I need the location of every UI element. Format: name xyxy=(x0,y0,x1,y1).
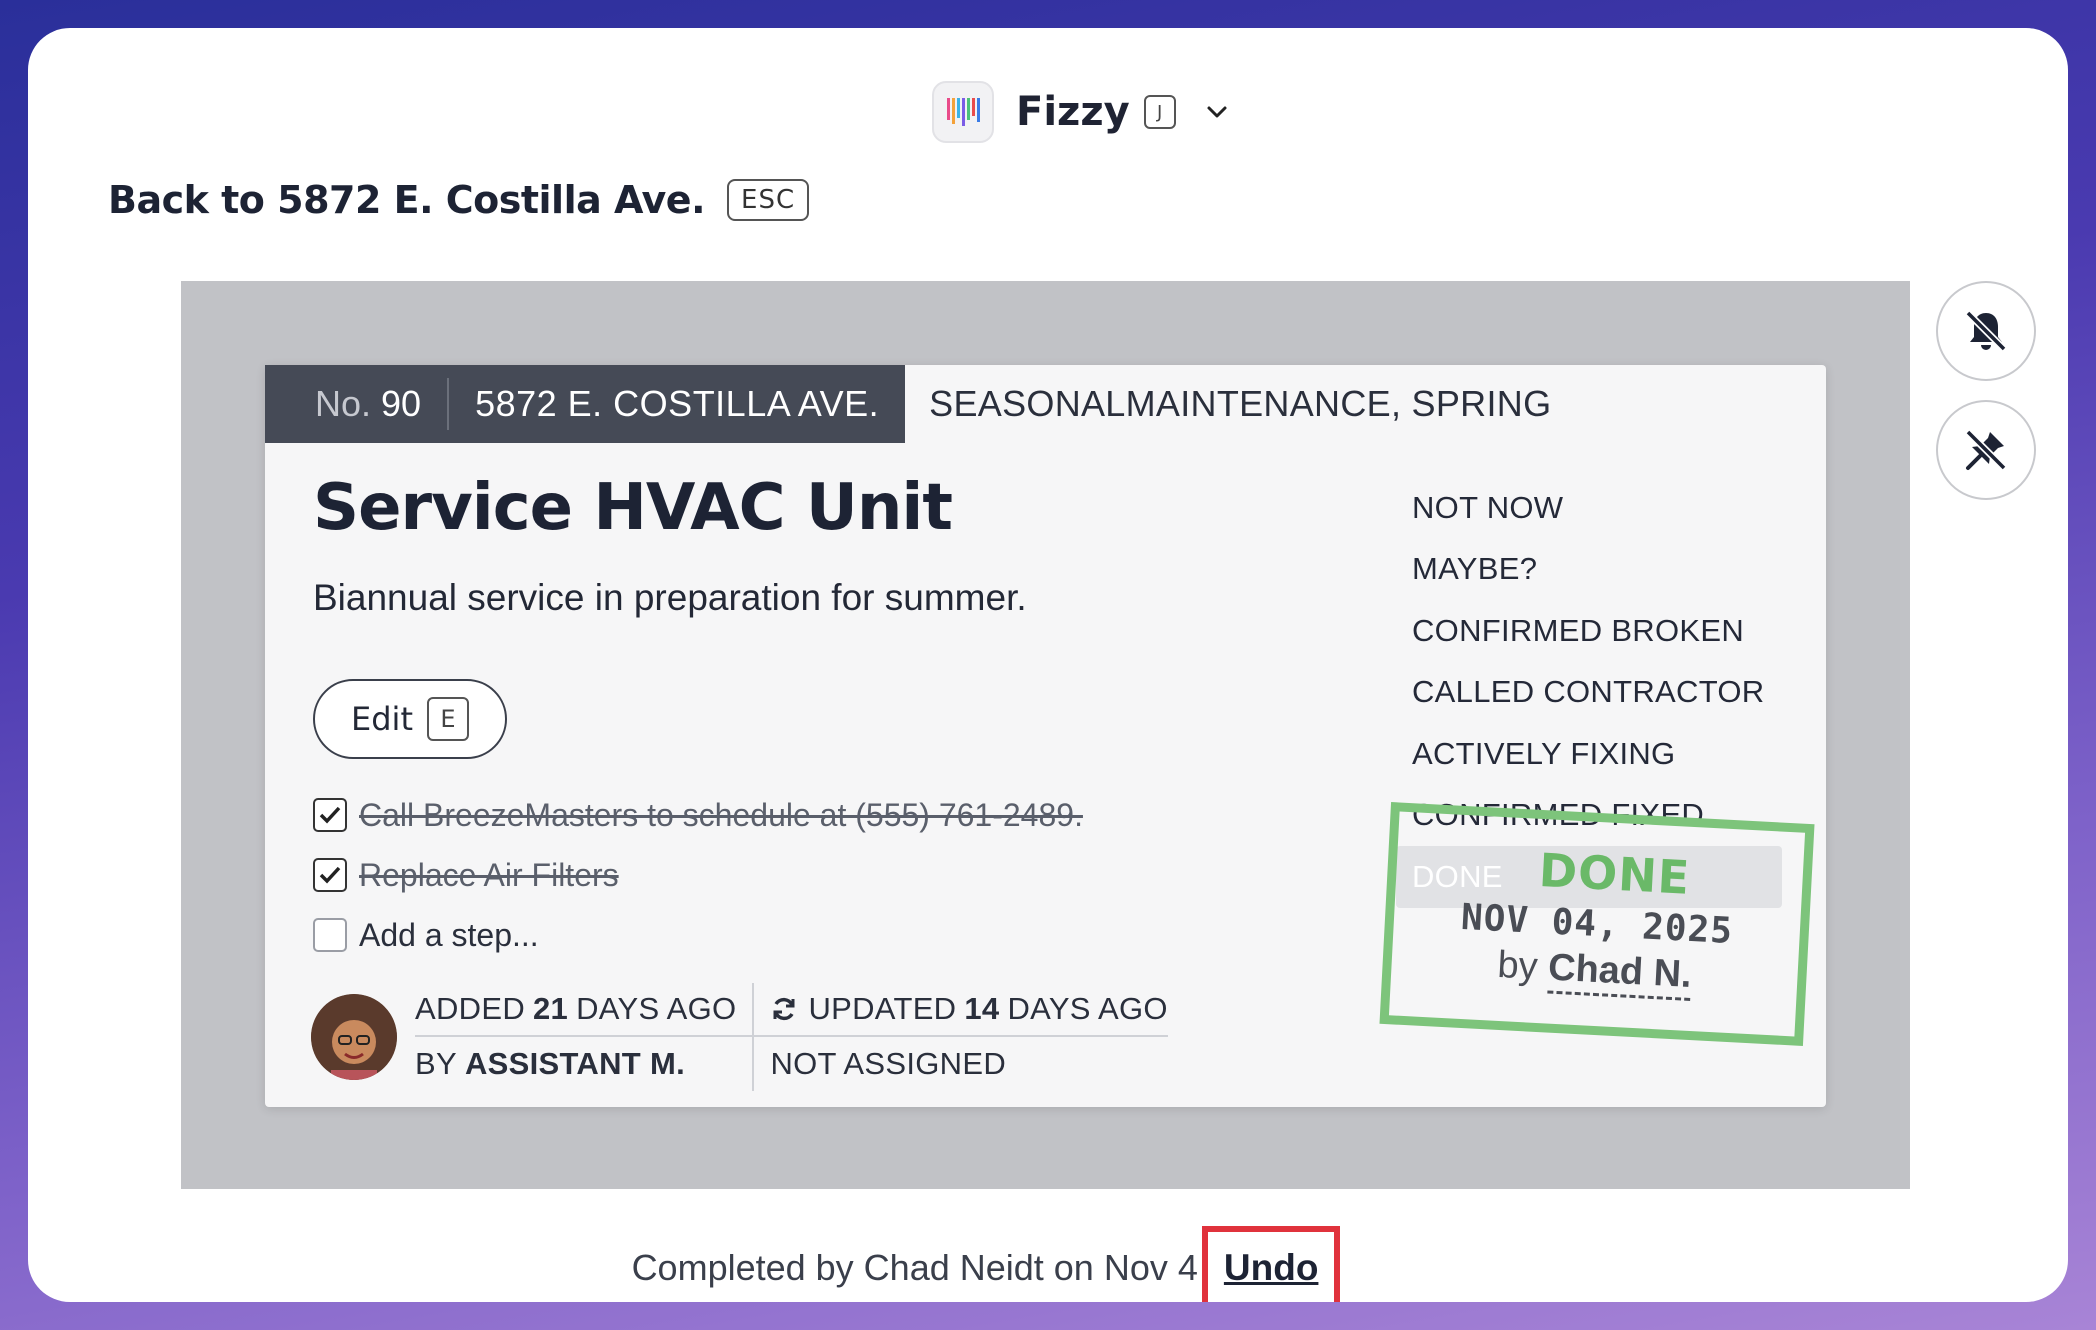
creator-name: ASSISTANT M. xyxy=(464,1046,685,1081)
refresh-icon xyxy=(773,997,795,1021)
status-maybe[interactable]: MAYBE? xyxy=(1412,539,1782,601)
undo-link[interactable]: Undo xyxy=(1224,1247,1319,1289)
status-called-contractor[interactable]: CALLED CONTRACTOR xyxy=(1412,662,1782,724)
edit-button[interactable]: Edit E xyxy=(313,679,507,759)
checkmark-icon xyxy=(319,806,341,824)
card-meta: ADDED 21 DAYS AGO UPDATED 14 DAYS AGO BY… xyxy=(311,983,1168,1091)
updated-days: 14 xyxy=(964,991,1000,1026)
status-actively-fixing[interactable]: ACTIVELY FIXING xyxy=(1412,723,1782,785)
added-prefix: ADDED xyxy=(415,991,526,1026)
completion-footer-inner: Completed by Chad Neidt on Nov 4 Undo xyxy=(632,1226,1341,1302)
creator-prefix: BY xyxy=(415,1046,457,1081)
meta-grid: ADDED 21 DAYS AGO UPDATED 14 DAYS AGO BY… xyxy=(415,983,1168,1091)
card-header: No. 90 5872 E. COSTILLA AVE. SEASONALMAI… xyxy=(265,365,1551,443)
add-step-input[interactable]: Add a step... xyxy=(359,917,539,954)
edit-shortcut-key: E xyxy=(426,697,469,741)
app-switcher[interactable]: Fizzy J xyxy=(932,80,1232,144)
card-number: No. 90 xyxy=(315,378,450,430)
chevron-down-icon[interactable] xyxy=(1202,97,1232,127)
steps-list: Call BreezeMasters to schedule at (555) … xyxy=(313,785,1083,965)
add-step-row: Add a step... xyxy=(313,905,1083,965)
stamp-by-prefix: by xyxy=(1496,943,1539,988)
step-checkbox[interactable] xyxy=(313,858,347,892)
mute-notifications-button[interactable] xyxy=(1936,281,2036,381)
step-item: Replace Air Filters xyxy=(313,845,1083,905)
added-info: ADDED 21 DAYS AGO xyxy=(415,983,755,1037)
status-confirmed-broken[interactable]: CONFIRMED BROKEN xyxy=(1412,600,1782,662)
bell-slash-icon xyxy=(1965,310,2007,352)
checkmark-icon xyxy=(319,866,341,884)
updated-info: UPDATED 14 DAYS AGO xyxy=(754,983,1168,1037)
completion-text: Completed by Chad Neidt on Nov 4 xyxy=(631,1247,1198,1288)
undo-highlight: Undo xyxy=(1201,1226,1341,1302)
completion-footer: Completed by Chad Neidt on Nov 4 Undo xyxy=(28,1226,2068,1302)
avatar xyxy=(311,994,397,1080)
pin-slash-icon xyxy=(1965,429,2007,471)
step-text[interactable]: Call BreezeMasters to schedule at (555) … xyxy=(359,797,1083,834)
fizzy-logo-icon xyxy=(932,81,994,143)
updated-suffix: DAYS AGO xyxy=(1007,991,1168,1026)
card-description: Biannual service in preparation for summ… xyxy=(313,577,1027,618)
back-link[interactable]: Back to 5872 E. Costilla Ave. ESC xyxy=(108,178,810,222)
step-checkbox[interactable] xyxy=(313,798,347,832)
updated-prefix: UPDATED xyxy=(808,991,957,1026)
status-not-now[interactable]: NOT NOW xyxy=(1412,477,1782,539)
card-board-name[interactable]: 5872 E. COSTILLA AVE. xyxy=(449,383,879,425)
card-number-value: 90 xyxy=(381,383,422,424)
app-name: Fizzy xyxy=(1016,89,1130,135)
app-window: Fizzy J Back to 5872 E. Costilla Ave. ES… xyxy=(28,28,2068,1302)
card-title: Service HVAC Unit xyxy=(313,471,953,545)
back-link-label[interactable]: Back to 5872 E. Costilla Ave. xyxy=(108,178,706,222)
added-days: 21 xyxy=(533,991,569,1026)
assignee-info[interactable]: NOT ASSIGNED xyxy=(754,1037,1167,1091)
stamp-by-name[interactable]: Chad N. xyxy=(1546,946,1693,1001)
escape-shortcut-key: ESC xyxy=(727,179,810,221)
step-item: Call BreezeMasters to schedule at (555) … xyxy=(313,785,1083,845)
add-step-checkbox xyxy=(313,918,347,952)
creator-info: BY ASSISTANT M. xyxy=(415,1037,755,1091)
edit-button-label: Edit xyxy=(351,700,413,738)
added-suffix: DAYS AGO xyxy=(576,991,737,1026)
done-stamp: DONE NOV 04, 2025 by Chad N. xyxy=(1379,802,1815,1046)
card-stage: No. 90 5872 E. COSTILLA AVE. SEASONALMAI… xyxy=(181,281,1910,1189)
card-number-prefix: No. xyxy=(315,383,372,424)
card: No. 90 5872 E. COSTILLA AVE. SEASONALMAI… xyxy=(265,365,1826,1107)
step-text[interactable]: Replace Air Filters xyxy=(359,857,619,894)
unpin-button[interactable] xyxy=(1936,400,2036,500)
card-id-tag: No. 90 5872 E. COSTILLA AVE. xyxy=(265,365,906,443)
card-tags[interactable]: SEASONALMAINTENANCE, SPRING xyxy=(905,383,1551,425)
app-shortcut-key: J xyxy=(1143,95,1176,129)
